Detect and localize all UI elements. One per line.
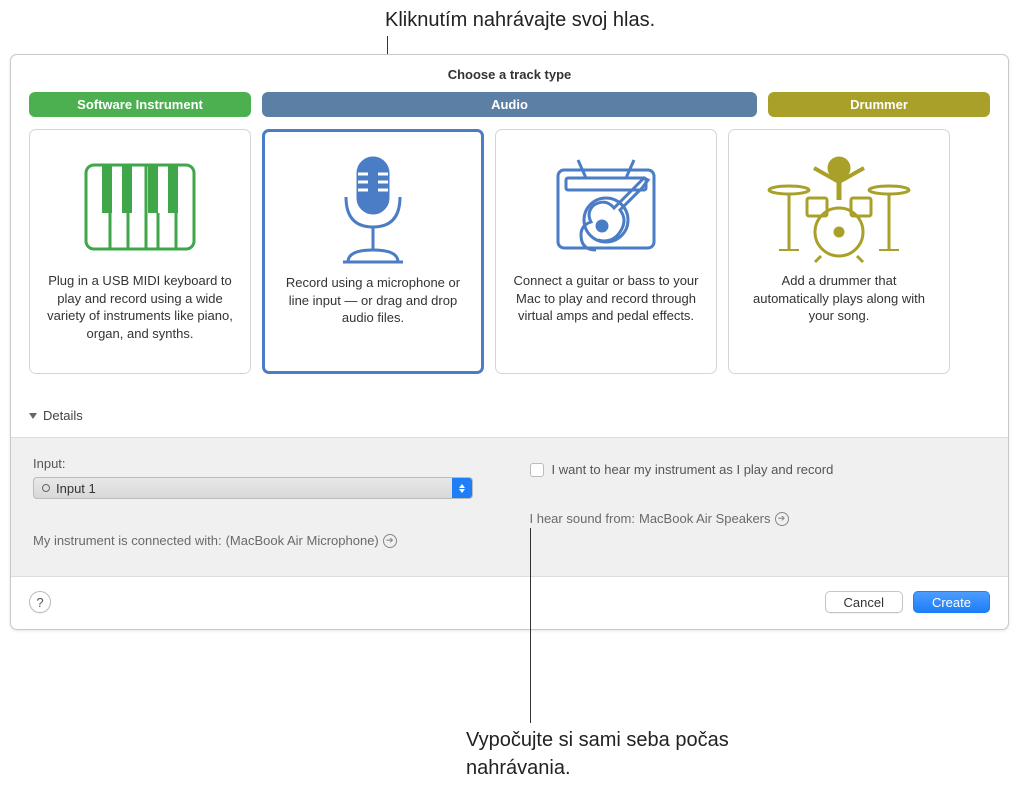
arrow-right-circle-icon: ➔ (383, 534, 397, 548)
track-type-cards: Plug in a USB MIDI keyboard to play and … (11, 125, 1008, 398)
dialog-title: Choose a track type (11, 55, 1008, 92)
card-drummer-desc: Add a drummer that automatically plays a… (743, 272, 935, 325)
select-stepper-icon (452, 478, 472, 498)
card-guitar-desc: Connect a guitar or bass to your Mac to … (510, 272, 702, 325)
callout-line-bottom (530, 528, 531, 723)
chevron-down-icon (29, 413, 37, 419)
create-button[interactable]: Create (913, 591, 990, 613)
guitar-amp-icon (510, 142, 702, 272)
help-button[interactable]: ? (29, 591, 51, 613)
monitoring-label: I want to hear my instrument as I play a… (552, 462, 834, 477)
drummer-icon (743, 142, 935, 272)
input-device-line[interactable]: My instrument is connected with: (MacBoo… (33, 533, 490, 548)
card-software-instrument[interactable]: Plug in a USB MIDI keyboard to play and … (29, 129, 251, 374)
input-select[interactable]: Input 1 (33, 477, 473, 499)
monitoring-checkbox[interactable] (530, 463, 544, 477)
dialog-footer: ? Cancel Create (11, 577, 1008, 629)
card-mic-desc: Record using a microphone or line input … (279, 274, 467, 327)
track-type-pills: Software Instrument Audio Drummer (11, 92, 1008, 125)
card-audio-guitar[interactable]: Connect a guitar or bass to your Mac to … (495, 129, 717, 374)
input-label: Input: (33, 456, 490, 471)
callout-top: Kliknutím nahrávajte svoj hlas. (385, 6, 655, 34)
cancel-button[interactable]: Cancel (825, 591, 903, 613)
card-audio-mic[interactable]: Record using a microphone or line input … (262, 129, 484, 374)
keyboard-icon (44, 142, 236, 272)
details-toggle[interactable]: Details (11, 398, 1008, 437)
pill-drummer: Drummer (768, 92, 990, 117)
microphone-icon (279, 144, 467, 274)
pill-software-instrument: Software Instrument (29, 92, 251, 117)
output-device-line[interactable]: I hear sound from: MacBook Air Speakers … (530, 511, 987, 526)
input-select-value: Input 1 (56, 481, 96, 496)
arrow-right-circle-icon: ➔ (775, 512, 789, 526)
card-software-desc: Plug in a USB MIDI keyboard to play and … (44, 272, 236, 342)
monitoring-checkbox-row[interactable]: I want to hear my instrument as I play a… (530, 458, 987, 477)
input-channel-icon (42, 484, 50, 492)
details-panel: Input: Input 1 My instrument is connecte… (11, 437, 1008, 577)
callout-bottom: Vypočujte si sami seba počas nahrávania. (466, 726, 816, 782)
new-track-dialog: Choose a track type Software Instrument … (10, 54, 1009, 630)
pill-audio: Audio (262, 92, 757, 117)
details-label: Details (43, 408, 83, 423)
card-drummer[interactable]: Add a drummer that automatically plays a… (728, 129, 950, 374)
